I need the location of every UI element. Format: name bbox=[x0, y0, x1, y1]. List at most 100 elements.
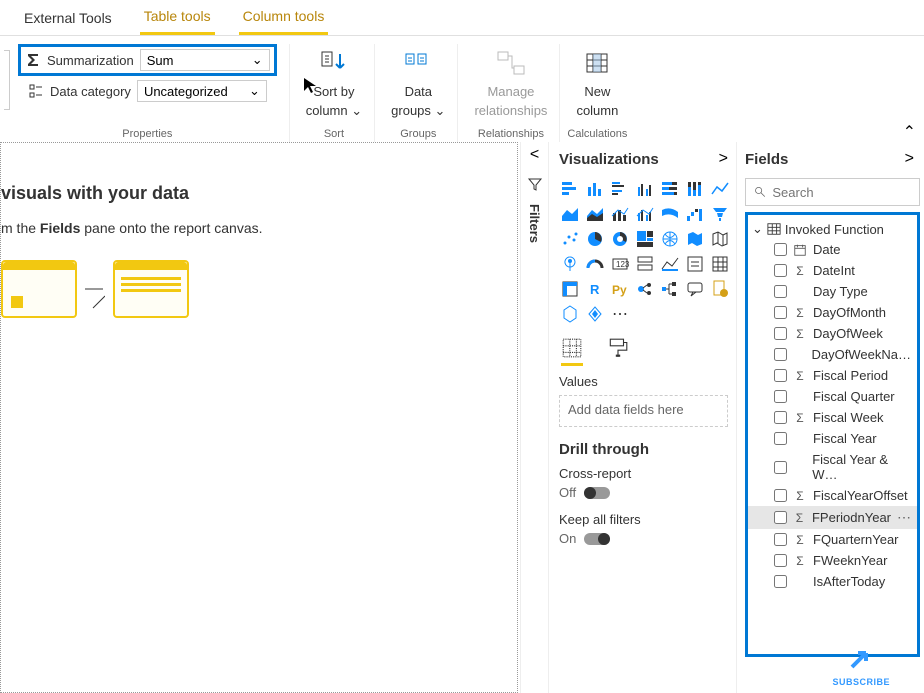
viz-waterfall-icon[interactable] bbox=[684, 203, 706, 225]
field-checkbox[interactable] bbox=[774, 390, 787, 403]
viz-paginated-report-icon[interactable] bbox=[709, 278, 731, 300]
viz-multi-row-card-icon[interactable] bbox=[634, 253, 656, 275]
fields-search-input[interactable] bbox=[772, 185, 911, 200]
field-row[interactable]: Fiscal Quarter bbox=[748, 386, 917, 407]
viz-gauge-icon[interactable] bbox=[584, 253, 606, 275]
sigma-icon: Σ bbox=[793, 369, 807, 383]
field-row[interactable]: DayOfWeekNa… bbox=[748, 344, 917, 365]
chevron-down-icon: ⌄ bbox=[351, 103, 362, 118]
field-label: Day Type bbox=[813, 284, 868, 299]
values-drop-well[interactable]: Add data fields here bbox=[559, 395, 728, 427]
viz-map-icon[interactable] bbox=[659, 228, 681, 250]
field-checkbox[interactable] bbox=[774, 285, 787, 298]
field-row[interactable]: Fiscal Year & W… bbox=[748, 449, 917, 485]
viz-ribbon-icon[interactable] bbox=[659, 203, 681, 225]
viz-shape-map-icon[interactable] bbox=[709, 228, 731, 250]
keep-filters-toggle[interactable] bbox=[584, 533, 610, 545]
field-row[interactable]: Fiscal Year bbox=[748, 428, 917, 449]
group-label-relationships: Relationships bbox=[478, 128, 544, 140]
viz-matrix-icon[interactable] bbox=[559, 278, 581, 300]
viz-slicer-icon[interactable] bbox=[684, 253, 706, 275]
more-icon[interactable]: ⋯ bbox=[897, 509, 911, 526]
field-row[interactable]: ΣDayOfMonth bbox=[748, 302, 917, 323]
field-checkbox[interactable] bbox=[774, 306, 787, 319]
tab-table-tools[interactable]: Table tools bbox=[140, 0, 215, 35]
viz-arcgis-icon[interactable] bbox=[559, 303, 581, 325]
sigma-icon: Σ bbox=[793, 306, 807, 320]
viz-table-icon[interactable] bbox=[709, 253, 731, 275]
fields-search[interactable] bbox=[745, 178, 920, 206]
sort-by-column-button[interactable]: Sort by column ⌄ bbox=[306, 44, 362, 119]
viz-powerapps-icon[interactable] bbox=[584, 303, 606, 325]
ribbon-tabs: External Tools Table tools Column tools bbox=[0, 0, 924, 36]
field-row[interactable]: ΣFiscal Week bbox=[748, 407, 917, 428]
report-canvas[interactable]: visuals with your data m the Fields pane… bbox=[0, 142, 518, 693]
viz-filled-map-icon[interactable] bbox=[684, 228, 706, 250]
field-row[interactable]: ΣDateInt bbox=[748, 260, 917, 281]
viz-decomposition-tree-icon[interactable] bbox=[659, 278, 681, 300]
viz-card-icon[interactable]: 123 bbox=[609, 253, 631, 275]
viz-qa-icon[interactable] bbox=[684, 278, 706, 300]
field-checkbox[interactable] bbox=[774, 327, 787, 340]
viz-key-influencers-icon[interactable] bbox=[634, 278, 656, 300]
field-row[interactable]: ΣFWeeknYear bbox=[748, 550, 917, 571]
field-row[interactable]: ΣDayOfWeek bbox=[748, 323, 917, 344]
viz-clustered-column-icon[interactable] bbox=[634, 178, 656, 200]
viz-r-icon[interactable]: R bbox=[584, 278, 606, 300]
field-row[interactable]: Date bbox=[748, 239, 917, 260]
summarization-dropdown[interactable]: Sum ⌄ bbox=[140, 49, 270, 71]
viz-stacked-bar-icon[interactable] bbox=[559, 178, 581, 200]
cross-report-toggle[interactable] bbox=[584, 487, 610, 499]
viz-scatter-icon[interactable] bbox=[559, 228, 581, 250]
field-checkbox[interactable] bbox=[774, 369, 787, 382]
viz-100-stacked-column-icon[interactable] bbox=[684, 178, 706, 200]
viz-line-stacked-column-icon[interactable] bbox=[609, 203, 631, 225]
data-groups-button[interactable]: Data groups ⌄ bbox=[391, 44, 445, 119]
viz-python-icon[interactable]: Py bbox=[609, 278, 631, 300]
viz-funnel-icon[interactable] bbox=[709, 203, 731, 225]
field-checkbox[interactable] bbox=[774, 511, 787, 524]
field-row[interactable]: Day Type bbox=[748, 281, 917, 302]
field-row[interactable]: IsAfterToday bbox=[748, 571, 917, 592]
fields-well-tab[interactable] bbox=[561, 337, 583, 366]
viz-more-icon[interactable]: ⋯ bbox=[609, 303, 631, 325]
format-tab[interactable] bbox=[607, 337, 629, 366]
field-checkbox[interactable] bbox=[774, 489, 787, 502]
viz-stacked-area-icon[interactable] bbox=[584, 203, 606, 225]
field-checkbox[interactable] bbox=[774, 243, 787, 256]
field-checkbox[interactable] bbox=[774, 411, 787, 424]
data-category-dropdown[interactable]: Uncategorized ⌄ bbox=[137, 80, 267, 102]
viz-stacked-column-icon[interactable] bbox=[584, 178, 606, 200]
tab-external-tools[interactable]: External Tools bbox=[20, 2, 116, 34]
fields-pane-chevron[interactable]: > bbox=[905, 150, 914, 168]
viz-100-stacked-bar-icon[interactable] bbox=[659, 178, 681, 200]
viz-line-clustered-column-icon[interactable] bbox=[634, 203, 656, 225]
field-checkbox[interactable] bbox=[774, 554, 787, 567]
viz-line-icon[interactable] bbox=[709, 178, 731, 200]
field-checkbox[interactable] bbox=[774, 533, 787, 546]
field-row[interactable]: ΣFiscal Period bbox=[748, 365, 917, 386]
field-checkbox[interactable] bbox=[774, 461, 787, 474]
field-row[interactable]: ΣFiscalYearOffset bbox=[748, 485, 917, 506]
viz-area-icon[interactable] bbox=[559, 203, 581, 225]
viz-azure-map-icon[interactable] bbox=[559, 253, 581, 275]
manage-relationships-button[interactable]: Manage relationships bbox=[474, 44, 547, 118]
field-row[interactable]: ΣFPeriodnYear⋯ bbox=[748, 506, 917, 529]
filters-pane-label[interactable]: Filters bbox=[527, 204, 542, 243]
viz-kpi-icon[interactable] bbox=[659, 253, 681, 275]
viz-treemap-icon[interactable] bbox=[634, 228, 656, 250]
field-checkbox[interactable] bbox=[774, 432, 787, 445]
field-row[interactable]: ΣFQuarternYear bbox=[748, 529, 917, 550]
fields-table-header[interactable]: ⌄ Invoked Function bbox=[748, 219, 917, 239]
field-checkbox[interactable] bbox=[774, 575, 787, 588]
viz-pane-chevron[interactable]: > bbox=[719, 150, 728, 168]
field-checkbox[interactable] bbox=[774, 348, 787, 361]
tab-column-tools[interactable]: Column tools bbox=[239, 0, 329, 35]
new-column-button[interactable]: New column bbox=[576, 44, 618, 118]
ribbon-expand-chevron[interactable]: ⌃ bbox=[903, 122, 916, 142]
filters-collapse-chevron[interactable]: < bbox=[530, 146, 539, 164]
viz-pie-icon[interactable] bbox=[584, 228, 606, 250]
viz-donut-icon[interactable] bbox=[609, 228, 631, 250]
field-checkbox[interactable] bbox=[774, 264, 787, 277]
viz-clustered-bar-icon[interactable] bbox=[609, 178, 631, 200]
